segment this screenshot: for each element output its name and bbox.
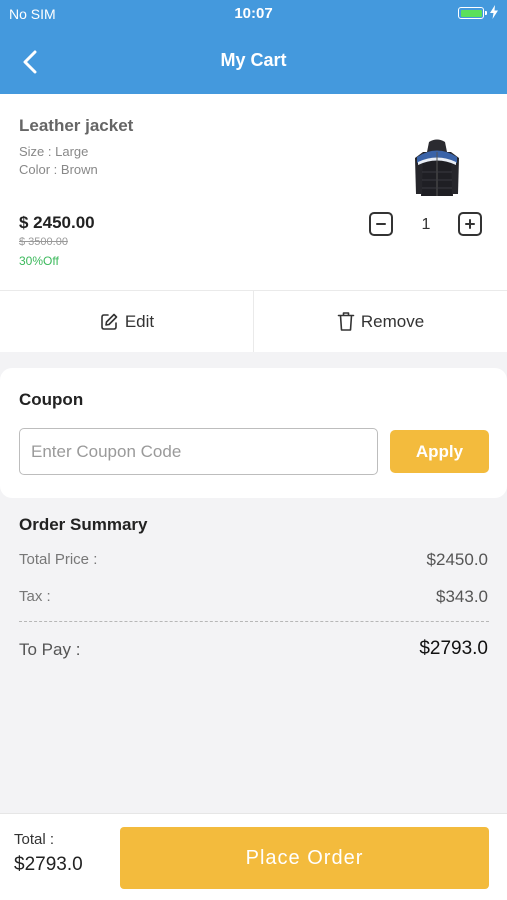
product-old-price: $ 3500.00	[19, 236, 68, 248]
coupon-code-input[interactable]	[19, 428, 378, 475]
charging-icon	[490, 5, 498, 19]
to-pay-value: $2793.0	[419, 638, 488, 659]
remove-label: Remove	[360, 311, 425, 331]
product-size: Size : Large	[19, 144, 89, 159]
page-title: My Cart	[220, 50, 287, 70]
to-pay-label: To Pay :	[19, 640, 81, 659]
trash-icon	[337, 312, 355, 331]
jacket-image[interactable]	[407, 138, 467, 202]
total-price-value: $2450.0	[426, 550, 488, 569]
status-bar: No SIM 10:07	[0, 0, 507, 28]
battery-icon	[458, 7, 487, 19]
plus-icon	[465, 219, 475, 229]
bottom-total-value: $2793.0	[14, 854, 83, 875]
product-price: $ 2450.00	[19, 213, 95, 232]
edit-icon	[101, 313, 118, 330]
battery-level	[460, 9, 482, 17]
cart-item-card: Leather jacket Size : Large Color : Brow…	[0, 94, 507, 290]
nav-bar: My Cart	[0, 34, 507, 88]
checkout-bar: Total : $2793.0 Place Order	[0, 813, 507, 900]
order-summary-title: Order Summary	[19, 515, 148, 534]
place-order-button[interactable]: Place Order	[120, 827, 489, 889]
minus-icon	[376, 223, 386, 225]
quantity-value: 1	[421, 216, 431, 233]
decrease-quantity-button[interactable]	[369, 212, 393, 236]
increase-quantity-button[interactable]	[458, 212, 482, 236]
cart-item-actions: Edit Remove	[0, 290, 507, 352]
summary-divider	[19, 621, 489, 622]
apply-coupon-button[interactable]: Apply	[390, 430, 489, 473]
tax-value: $343.0	[436, 587, 488, 606]
coupon-card: Coupon Apply	[0, 368, 507, 498]
bottom-total-label: Total :	[14, 831, 55, 848]
status-time: 10:07	[234, 5, 273, 22]
edit-button[interactable]: Edit	[0, 291, 253, 352]
remove-button[interactable]: Remove	[253, 291, 507, 352]
product-color: Color : Brown	[19, 162, 98, 177]
edit-label: Edit	[124, 311, 155, 331]
discount-label: 30%Off	[19, 254, 59, 268]
app-header: No SIM 10:07 My Cart	[0, 0, 507, 94]
tax-label: Tax :	[19, 588, 51, 605]
total-price-label: Total Price :	[19, 551, 98, 568]
product-name: Leather jacket	[19, 116, 134, 135]
coupon-title: Coupon	[19, 390, 84, 409]
